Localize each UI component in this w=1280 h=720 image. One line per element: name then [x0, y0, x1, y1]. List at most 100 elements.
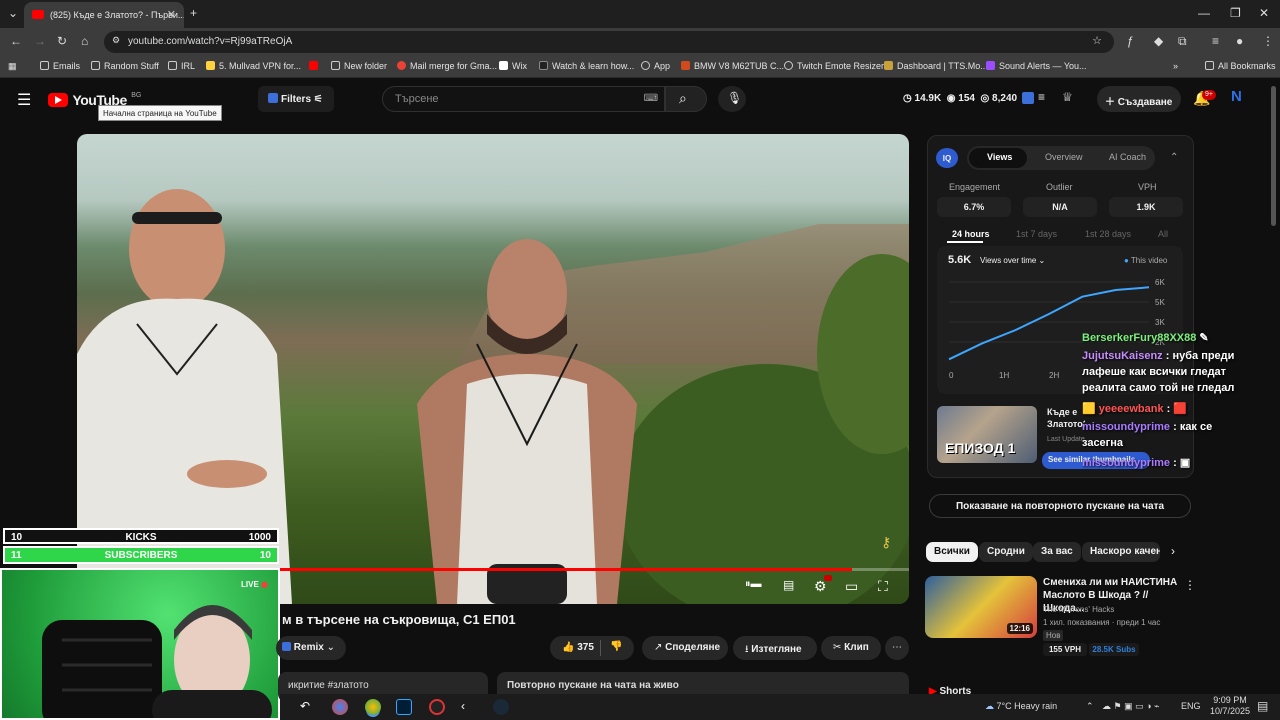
autoplay-toggle[interactable]: ⏸▬ — [745, 578, 762, 591]
video-title: м в търсене на съкровища, С1 ЕП01 — [282, 612, 516, 627]
recommended-channel[interactable]: The Morrons' Hacks — [1043, 605, 1114, 614]
clock[interactable]: 9:09 PM 10/7/2025 — [1210, 695, 1250, 717]
chat-username: JujutsuKaisenz — [1082, 350, 1163, 362]
subtitles-icon[interactable]: ▤ — [783, 578, 794, 592]
tab-overview[interactable]: Overview — [1045, 152, 1083, 162]
bookmark-mullvad[interactable]: 5. Mullvad VPN for... — [206, 61, 301, 71]
media-control-icon[interactable]: ≡ — [1212, 34, 1219, 48]
more-bookmarks-icon[interactable]: » — [1173, 61, 1178, 71]
bookmark-twitch-emote[interactable]: Twitch Emote Resizer — [784, 61, 884, 71]
like-button[interactable]: 👍 375 — [562, 642, 594, 653]
chip-all[interactable]: Всички — [926, 542, 978, 562]
clip-button[interactable]: ✂ Клип — [821, 636, 881, 660]
fullscreen-icon[interactable]: ⛶ — [878, 578, 888, 595]
voice-search-button[interactable]: 🎙 — [718, 86, 746, 112]
bookmark-all[interactable]: All Bookmarks — [1205, 61, 1276, 71]
back-icon[interactable]: ← — [10, 34, 22, 48]
weather-widget[interactable]: ☁ 7°C Heavy rain — [985, 701, 1057, 712]
chip-for-you[interactable]: За вас — [1033, 542, 1081, 562]
reload-icon[interactable]: ↻ — [57, 34, 67, 48]
notification-center-icon[interactable]: ▤ — [1257, 699, 1268, 713]
chip-recent[interactable]: Наскоро качени — [1082, 542, 1160, 562]
bookmark-app[interactable]: App — [641, 61, 670, 71]
close-tab-icon[interactable]: ✕ — [167, 8, 176, 21]
trophy-icon[interactable]: ♕ — [1062, 90, 1073, 104]
create-button[interactable]: ＋ Създаване — [1097, 86, 1181, 112]
new-tab-icon[interactable]: + — [190, 6, 197, 20]
taskbar-arrow-icon[interactable]: ‹ — [461, 699, 477, 715]
taskbar-chrome-icon[interactable] — [332, 699, 348, 715]
chip-related[interactable]: Сродни — [979, 542, 1033, 562]
range-24h[interactable]: 24 hours — [952, 229, 990, 239]
profile-icon[interactable]: ● — [1236, 34, 1243, 48]
list-icon[interactable]: ≡ — [1038, 90, 1045, 104]
subscribers-goal-bar: 11 SUBSCRIBERS 10 — [3, 546, 279, 564]
range-28d[interactable]: 1st 28 days — [1085, 229, 1131, 239]
site-info-icon[interactable]: ⚙ — [112, 35, 120, 46]
bookmark-star-icon[interactable]: ☆ — [1092, 34, 1102, 47]
extension-icon[interactable]: ◆ — [1154, 34, 1163, 48]
recommended-thumbnail[interactable]: 12:16 — [925, 576, 1037, 638]
search-button[interactable]: ⌕ — [665, 86, 707, 112]
views-dropdown[interactable]: Views over time ⌄ — [980, 256, 1045, 265]
share-arrow-icon: ↗ — [654, 642, 663, 653]
bookmark-emails[interactable]: Emails — [40, 61, 80, 71]
tab-views[interactable]: Views — [987, 152, 1012, 162]
minimize-icon[interactable]: — — [1198, 6, 1210, 20]
menu-hamburger-icon[interactable]: ☰ — [17, 90, 31, 110]
tray-chevron-icon[interactable]: ⌃ — [1086, 701, 1094, 712]
home-icon[interactable]: ⌂ — [81, 34, 88, 48]
extension-f-icon[interactable]: ƒ — [1127, 34, 1134, 48]
taskbar-photoshop-icon[interactable] — [396, 699, 412, 715]
video-progress-bar[interactable] — [280, 568, 909, 571]
browser-menu-icon[interactable]: ⋮ — [1262, 34, 1274, 48]
chips-next-icon[interactable]: › — [1171, 544, 1175, 558]
theater-mode-icon[interactable]: ▭ — [845, 578, 858, 595]
vidiq-badge-icon[interactable] — [1022, 92, 1034, 104]
range-all[interactable]: All — [1158, 229, 1168, 239]
remix-button[interactable]: Remix ⌄ — [276, 636, 346, 660]
recommended-more-icon[interactable]: ⋮ — [1184, 578, 1196, 592]
keyboard-icon[interactable]: ⌨ — [644, 93, 658, 104]
bookmark-wix[interactable]: Wix — [499, 61, 527, 71]
range-7d[interactable]: 1st 7 days — [1016, 229, 1057, 239]
tab-ai-coach[interactable]: AI Coach — [1109, 152, 1146, 162]
cloud-rain-icon: ☁ — [985, 701, 994, 711]
more-actions-button[interactable]: ⋯ — [885, 636, 909, 660]
language-indicator[interactable]: ENG — [1181, 701, 1201, 711]
tab-search-icon[interactable]: ⌄ — [8, 6, 18, 20]
taskbar-steam-icon[interactable] — [493, 699, 509, 715]
taskbar-obs-icon[interactable] — [429, 699, 445, 715]
bookmark-mail-merge[interactable]: Mail merge for Gma... — [397, 61, 497, 71]
share-button[interactable]: ↗ Споделяне — [642, 636, 728, 660]
bookmark-new-folder[interactable]: New folder — [331, 61, 387, 71]
bookmark-sound-alerts[interactable]: Sound Alerts — You... — [986, 61, 1087, 71]
download-button[interactable]: ⭳ Изтегляне — [733, 636, 817, 660]
close-window-icon[interactable]: ✕ — [1259, 6, 1269, 20]
tray-icons[interactable]: ☁ ⚑ ▣ ▭ ◑ ⌁ — [1102, 701, 1159, 712]
page-scrollbar[interactable] — [1271, 86, 1276, 226]
bookmark-youtube[interactable] — [309, 61, 322, 71]
bookmark-irl[interactable]: IRL — [168, 61, 195, 71]
bookmark-dashboard-tts[interactable]: Dashboard | TTS.Mo... — [884, 61, 988, 71]
apps-grid-icon[interactable]: ▦ — [8, 61, 17, 72]
bookmark-watch-learn[interactable]: Watch & learn how... — [539, 61, 634, 71]
promo-thumbnail[interactable]: ЕПИЗОД 1 — [937, 406, 1037, 463]
emote-icon: 🟨 — [1082, 403, 1096, 415]
address-bar[interactable]: ⚙ youtube.com/watch?v=Rj99aTReOjA ☆ — [104, 31, 1114, 53]
search-input[interactable]: Търсене ⌨ — [382, 86, 665, 112]
account-avatar[interactable]: N — [1231, 88, 1251, 108]
forward-icon[interactable]: → — [34, 34, 46, 48]
sliders-icon: ⚟ — [313, 94, 323, 105]
bookmark-random-stuff[interactable]: Random Stuff — [91, 61, 159, 71]
show-chat-replay-button[interactable]: Показване на повторното пускане на чата — [929, 494, 1191, 518]
filters-button[interactable]: Filters ⚟ — [258, 86, 334, 112]
restore-icon[interactable]: ❐ — [1230, 6, 1241, 20]
taskbar-back-icon[interactable]: ↶ — [300, 699, 316, 715]
extensions-puzzle-icon[interactable]: ⧉ — [1178, 34, 1187, 49]
collapse-chevron-icon[interactable]: ⌃ — [1170, 152, 1178, 163]
taskbar-chrome-active-icon[interactable] — [365, 699, 381, 715]
bookmark-bmw[interactable]: BMW V8 M62TUB C... — [681, 61, 784, 71]
dislike-button[interactable]: 👎 — [610, 641, 622, 652]
browser-tab[interactable]: (825) Къде е Златото? - Първи... ✕ — [24, 2, 184, 28]
